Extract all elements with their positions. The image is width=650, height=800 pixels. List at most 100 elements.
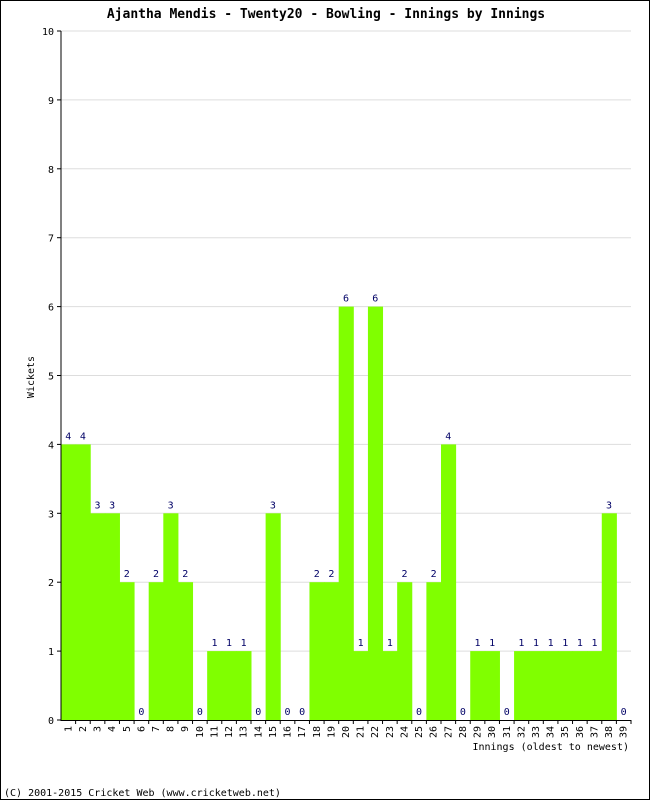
x-tick-label: 16	[283, 726, 294, 738]
chart-svg: Ajantha Mendis - Twenty20 - Bowling - In…	[4, 7, 632, 799]
y-tick-label: 4	[48, 440, 54, 451]
x-tick-label: 15	[268, 726, 279, 738]
value-label: 1	[518, 638, 524, 649]
x-tick-label: 37	[589, 726, 600, 738]
bar	[61, 444, 77, 720]
y-tick-label: 7	[48, 234, 54, 245]
value-label: 1	[475, 638, 481, 649]
bar	[601, 513, 617, 720]
bar	[528, 651, 544, 720]
value-label: 0	[460, 707, 466, 718]
y-tick-label: 3	[48, 509, 54, 520]
x-tick-label: 11	[209, 726, 220, 738]
value-label: 3	[95, 500, 101, 511]
value-label: 1	[548, 638, 554, 649]
x-tick-label: 34	[546, 726, 557, 738]
value-label: 1	[489, 638, 495, 649]
bar	[543, 651, 559, 720]
value-label: 1	[358, 638, 364, 649]
x-tick-label: 13	[239, 726, 250, 738]
x-tick-label: 10	[195, 726, 206, 738]
value-label: 1	[241, 638, 247, 649]
x-tick-label: 28	[458, 726, 469, 738]
value-label: 0	[285, 707, 291, 718]
bar	[265, 513, 281, 720]
bar	[397, 582, 413, 720]
x-tick-label: 6	[136, 726, 147, 732]
x-axis-label: Innings (oldest to newest)	[472, 742, 629, 753]
value-label: 0	[255, 707, 261, 718]
value-label: 2	[153, 569, 159, 580]
x-tick-labels: 1 2 3 4 5 6 7 8 9 10 11 12 13 14 15 16 17 18 19 20 21 22 23 24 2…	[63, 726, 629, 738]
x-tick-label: 12	[224, 726, 235, 738]
value-label: 6	[372, 294, 378, 305]
value-label: 0	[504, 707, 510, 718]
value-label: 1	[591, 638, 597, 649]
value-label: 3	[606, 500, 612, 511]
value-label: 2	[328, 569, 334, 580]
value-label: 4	[80, 431, 86, 442]
x-tick-label: 21	[356, 726, 367, 738]
y-tick-label: 10	[42, 27, 54, 38]
bar	[587, 651, 603, 720]
value-label: 3	[168, 500, 174, 511]
bar	[177, 582, 194, 720]
x-tick-label: 5	[122, 726, 133, 732]
bar	[119, 582, 135, 720]
bar	[426, 582, 442, 720]
y-tick-labels: 0 1 2 3 4 5 6 7 8 9 10	[42, 27, 54, 727]
y-tick-label: 9	[48, 96, 54, 107]
y-axis-label: Wickets	[26, 356, 37, 398]
x-tick-label: 30	[487, 726, 498, 738]
x-tick-label: 17	[297, 726, 308, 738]
y-tick-label: 2	[48, 578, 54, 589]
bar	[441, 444, 457, 720]
bar	[367, 306, 384, 720]
value-label: 0	[416, 707, 422, 718]
bar	[324, 582, 340, 720]
chart-frame: Ajantha Mendis - Twenty20 - Bowling - In…	[0, 0, 650, 800]
value-label: 1	[226, 638, 232, 649]
value-label: 1	[562, 638, 568, 649]
x-tick-label: 29	[473, 726, 484, 738]
bar	[163, 513, 179, 720]
y-tick-label: 1	[48, 647, 54, 658]
value-label: 4	[65, 431, 71, 442]
bar	[557, 651, 574, 720]
value-label: 0	[621, 707, 627, 718]
x-tick-label: 32	[516, 726, 527, 738]
value-label: 0	[299, 707, 305, 718]
x-tick-label: 39	[619, 726, 630, 738]
x-tick-label: 3	[93, 726, 104, 732]
bar	[148, 582, 164, 720]
x-tick-label: 1	[63, 726, 74, 732]
copyright-footer: (C) 2001-2015 Cricket Web (www.cricketwe…	[4, 788, 281, 799]
x-tick-label: 9	[180, 726, 191, 732]
bar	[382, 651, 398, 720]
x-tick-label: 26	[429, 726, 440, 738]
x-tick-label: 4	[107, 726, 118, 732]
x-tick-label: 23	[385, 726, 396, 738]
y-tick-label: 6	[48, 303, 54, 314]
value-label: 0	[138, 707, 144, 718]
value-label: 2	[314, 569, 320, 580]
value-label: 4	[445, 431, 451, 442]
bar	[572, 651, 588, 720]
x-tick-label: 35	[560, 726, 571, 738]
y-tick-label: 5	[48, 372, 54, 383]
y-tick-label: 0	[48, 716, 54, 727]
value-label: 3	[109, 500, 115, 511]
value-label: 1	[211, 638, 217, 649]
x-tick-label: 14	[253, 726, 264, 738]
bar	[309, 582, 325, 720]
bar	[353, 651, 369, 720]
value-label: 0	[197, 707, 203, 718]
value-label: 2	[401, 569, 407, 580]
bar	[221, 651, 237, 720]
bar	[484, 651, 500, 720]
y-tick-label: 8	[48, 165, 54, 176]
value-label: 2	[182, 569, 188, 580]
value-label: 1	[533, 638, 539, 649]
value-label: 2	[124, 569, 130, 580]
x-tick-label: 25	[414, 726, 425, 738]
